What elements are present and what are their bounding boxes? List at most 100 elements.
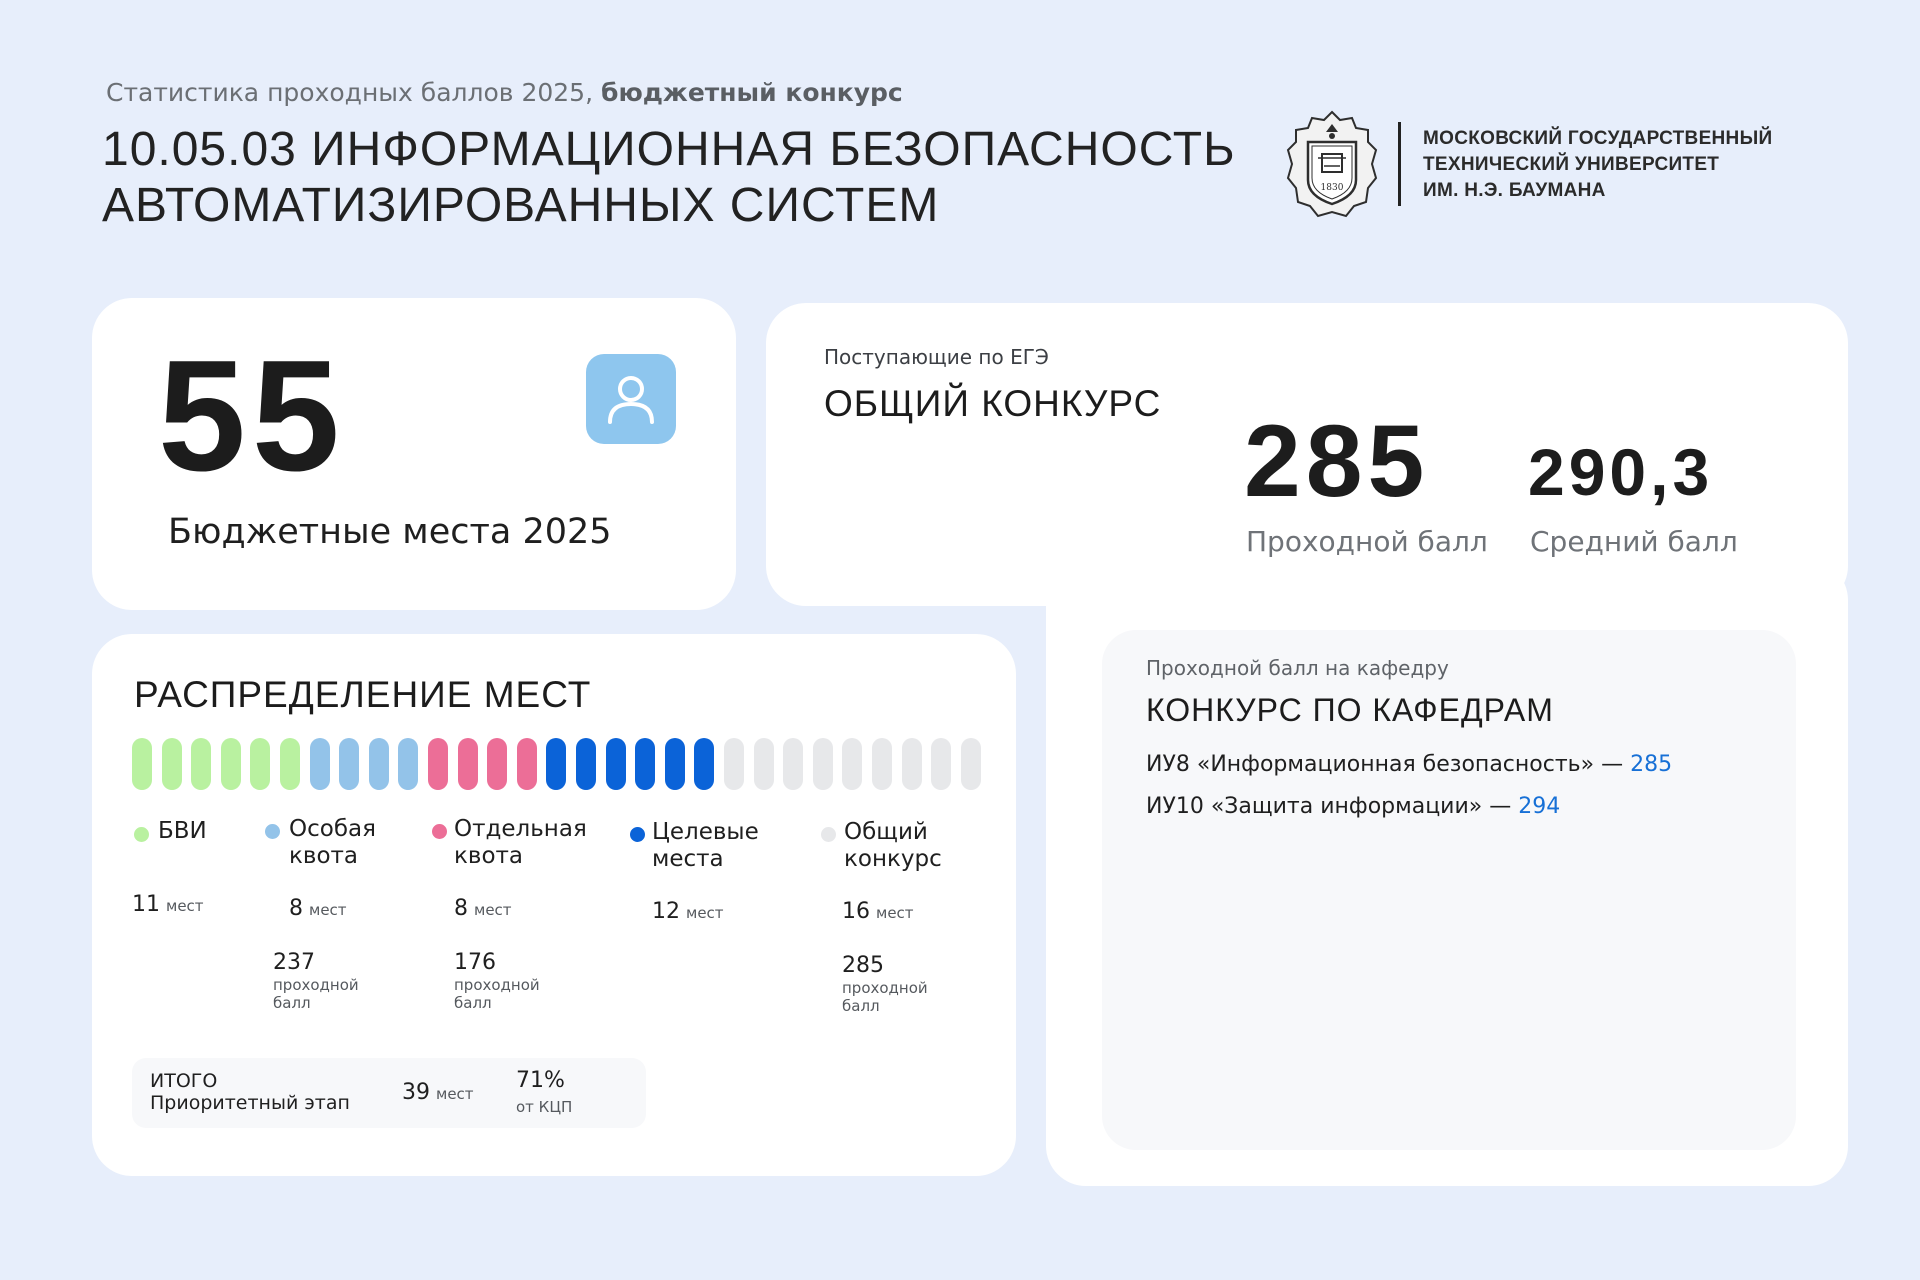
subtitle-regular: Статистика проходных баллов 2025, <box>106 78 594 107</box>
seat-pill <box>280 738 300 790</box>
count-value: 16 <box>842 899 870 924</box>
university-line-1: МОСКОВСКИЙ ГОСУДАРСТВЕННЫЙ <box>1423 128 1773 149</box>
total-stage-label: Приоритетный этап <box>150 1092 350 1114</box>
pass-value: 176 <box>454 950 496 975</box>
subtitle-bold: бюджетный конкурс <box>600 78 903 107</box>
seat-pill <box>250 738 270 790</box>
emblem-year: 1830 <box>1321 183 1344 193</box>
budget-seats-label: Бюджетные места 2025 <box>168 512 612 552</box>
seat-pill <box>694 738 714 790</box>
count-value: 8 <box>454 896 468 921</box>
count-value: 12 <box>652 899 680 924</box>
seat-pill <box>191 738 211 790</box>
seat-pill <box>872 738 892 790</box>
seat-pill <box>487 738 507 790</box>
total-count-value: 39 <box>402 1080 430 1105</box>
category-special-quota-label: Особая квота <box>289 816 376 870</box>
pass-label-2: балл <box>842 997 880 1015</box>
departments-card: Проходной балл на кафедру КОНКУРС ПО КАФ… <box>1102 630 1796 1150</box>
seat-pill <box>724 738 744 790</box>
pass-label-1: проходной <box>842 979 928 997</box>
university-line-2: ТЕХНИЧЕСКИЙ УНИВЕРСИТЕТ <box>1423 154 1720 175</box>
category-line-1: Особая <box>289 816 376 842</box>
count-value: 8 <box>289 896 303 921</box>
category-separate-quota-count: 8 мест <box>454 896 512 921</box>
seat-pill <box>842 738 862 790</box>
logo-divider <box>1398 122 1401 206</box>
department-score: 285 <box>1630 752 1673 777</box>
budget-seats-card: 55 Бюджетные места 2025 <box>92 298 736 610</box>
total-label: ИТОГО <box>150 1070 218 1092</box>
total-percent-label: от КЦП <box>516 1098 573 1116</box>
average-score-label: Средний балл <box>1530 525 1738 558</box>
general-competition-dot <box>821 827 836 842</box>
seat-pill <box>931 738 951 790</box>
pass-label-2: балл <box>273 994 311 1012</box>
category-bvi-count: 11 мест <box>132 892 204 917</box>
seat-pill <box>635 738 655 790</box>
seat-pill <box>162 738 182 790</box>
seat-pill <box>546 738 566 790</box>
category-line-2: квота <box>289 843 359 869</box>
count-unit: мест <box>166 897 204 915</box>
pass-label-2: балл <box>454 994 492 1012</box>
department-item: ИУ8 «Информационная безопасность» — 285 <box>1146 752 1672 777</box>
seat-pill <box>783 738 803 790</box>
user-badge <box>586 354 676 444</box>
passing-score-value: 285 <box>1244 404 1430 518</box>
total-count-unit: мест <box>436 1085 474 1103</box>
distribution-heading: РАСПРЕДЕЛЕНИЕ МЕСТ <box>134 674 592 715</box>
seat-pills <box>132 738 992 790</box>
budget-seats-value: 55 <box>158 328 346 504</box>
category-line-1: Целевые <box>652 819 759 845</box>
page-title: 10.05.03 ИНФОРМАЦИОННАЯ БЕЗОПАСНОСТЬ АВТ… <box>102 122 1236 234</box>
page-subtitle: Статистика проходных баллов 2025, бюджет… <box>106 78 903 107</box>
count-unit: мест <box>686 904 724 922</box>
category-special-quota-pass: 237 проходной балл <box>273 950 359 1012</box>
seat-pill <box>754 738 774 790</box>
target-places-dot <box>630 827 645 842</box>
seat-pill <box>398 738 418 790</box>
category-line-1: Общий <box>844 819 928 845</box>
seat-pill <box>339 738 359 790</box>
category-general-competition-count: 16 мест <box>842 899 914 924</box>
university-name: МОСКОВСКИЙ ГОСУДАРСТВЕННЫЙ ТЕХНИЧЕСКИЙ У… <box>1423 126 1772 204</box>
general-small-label: Поступающие по ЕГЭ <box>824 345 1049 369</box>
seat-pill <box>458 738 478 790</box>
seat-pill <box>369 738 389 790</box>
category-special-quota-count: 8 мест <box>289 896 347 921</box>
category-line-2: места <box>652 846 724 872</box>
category-target-places-count: 12 мест <box>652 899 724 924</box>
seat-pill <box>428 738 448 790</box>
category-separate-quota-pass: 176 проходной балл <box>454 950 540 1012</box>
title-line-1: 10.05.03 ИНФОРМАЦИОННАЯ БЕЗОПАСНОСТЬ <box>102 123 1236 176</box>
category-general-competition-label: Общий конкурс <box>844 819 942 873</box>
bvi-dot <box>134 827 149 842</box>
category-line-2: квота <box>454 843 524 869</box>
priority-stage-total: ИТОГО Приоритетный этап 39 мест 71% от КЦ… <box>132 1058 646 1128</box>
special-quota-dot <box>265 824 280 839</box>
departments-small-label: Проходной балл на кафедру <box>1146 656 1449 680</box>
separate-quota-dot <box>432 824 447 839</box>
department-item: ИУ10 «Защита информации» — 294 <box>1146 794 1560 819</box>
seat-distribution-card: РАСПРЕДЕЛЕНИЕ МЕСТ БВИ 11 мест Особая кво… <box>92 634 1016 1176</box>
average-score-value: 290,3 <box>1528 435 1714 509</box>
university-emblem-icon: 1830 <box>1286 110 1378 218</box>
pass-label-1: проходной <box>273 976 359 994</box>
count-unit: мест <box>876 904 914 922</box>
category-separate-quota-label: Отдельная квота <box>454 816 587 870</box>
department-name: ИУ8 «Информационная безопасность» — <box>1146 752 1631 777</box>
seat-pill <box>961 738 981 790</box>
title-line-2: АВТОМАТИЗИРОВАННЫХ СИСТЕМ <box>102 179 940 232</box>
department-name: ИУ10 «Защита информации» — <box>1146 794 1519 819</box>
pass-value: 237 <box>273 950 315 975</box>
count-value: 11 <box>132 892 160 917</box>
total-percent: 71% <box>516 1068 565 1093</box>
seat-pill <box>221 738 241 790</box>
category-line-1: БВИ <box>158 818 207 844</box>
user-icon <box>608 376 654 424</box>
departments-heading: КОНКУРС ПО КАФЕДРАМ <box>1146 692 1554 728</box>
pass-value: 285 <box>842 953 884 978</box>
general-heading: ОБЩИЙ КОНКУРС <box>824 383 1162 424</box>
seat-pill <box>517 738 537 790</box>
